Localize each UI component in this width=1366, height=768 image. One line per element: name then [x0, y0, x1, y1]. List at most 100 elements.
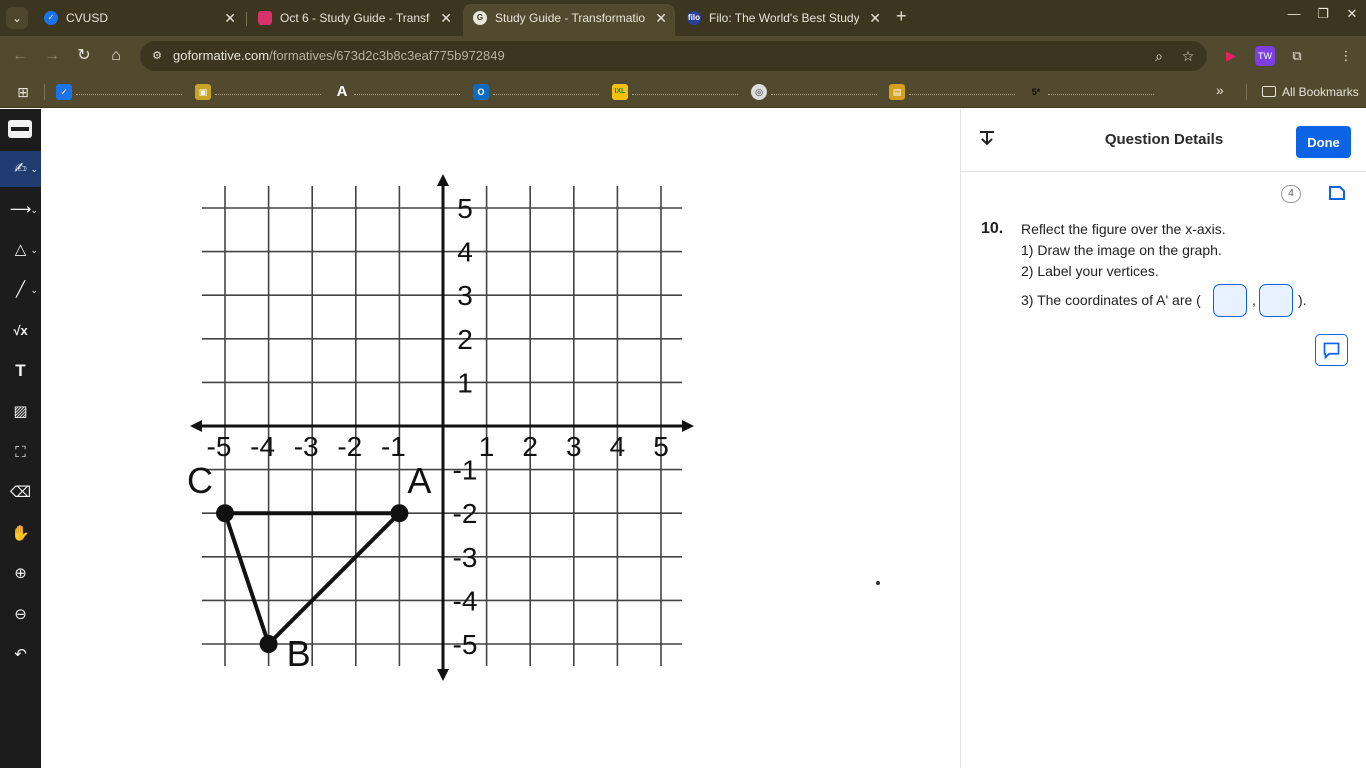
- bookmark-favicon-icon: 5*: [1031, 87, 1041, 97]
- zoom-icon[interactable]: ⌕: [1149, 46, 1169, 66]
- comment-button[interactable]: [1315, 334, 1348, 366]
- all-bookmarks-label: All Bookmarks: [1282, 85, 1359, 99]
- image-icon: ▨: [13, 403, 28, 420]
- bookmark-item[interactable]: 5*: [1028, 84, 1156, 100]
- shapes-tool-button[interactable]: △ ⌄: [0, 232, 41, 268]
- close-tab-icon[interactable]: ✕: [440, 4, 452, 32]
- note-icon[interactable]: [1328, 184, 1346, 202]
- x-tick-label: 4: [610, 431, 626, 462]
- shapes-icon: △: [14, 241, 27, 258]
- x-tick-label: 3: [566, 431, 582, 462]
- bookmark-item[interactable]: O: [473, 84, 601, 100]
- image-tool-button[interactable]: ▨: [0, 394, 41, 430]
- chevron-down-icon: ⌄: [30, 245, 38, 255]
- bookmark-item[interactable]: ✓: [56, 84, 184, 100]
- pen-icon: ✍: [14, 160, 27, 177]
- close-tab-icon[interactable]: ✕: [869, 4, 881, 32]
- new-tab-button[interactable]: +: [896, 6, 907, 27]
- points-badge: 4: [1281, 185, 1301, 203]
- undo-button[interactable]: ↶: [0, 637, 41, 673]
- close-tab-icon[interactable]: ✕: [655, 4, 667, 32]
- drawing-canvas[interactable]: -5 -4 -3 -2 -1 1 2 3 4 5 5 4 3 2 1 -1 -2 -3 -4 -5 A B C: [41, 109, 960, 768]
- bookmark-favicon-icon: A: [336, 83, 348, 100]
- bookmark-item[interactable]: ▤: [889, 84, 1017, 100]
- bookmark-item[interactable]: IXL: [612, 84, 740, 100]
- filo-favicon-icon: filo: [687, 11, 701, 25]
- bookmark-separator: [44, 84, 45, 100]
- x-tick-label: 5: [653, 431, 669, 462]
- reload-icon[interactable]: ↻: [72, 44, 96, 68]
- bookmark-item[interactable]: A: [334, 84, 462, 100]
- zoom-out-button[interactable]: ⊖: [0, 597, 41, 633]
- home-icon[interactable]: ⌂: [104, 44, 128, 68]
- chevron-down-icon: ⌄: [30, 205, 38, 215]
- tab-separator: [246, 12, 247, 26]
- text-tool-button[interactable]: T: [0, 353, 41, 389]
- square-root-icon: √x: [13, 323, 28, 338]
- arrow-line-icon: ⟶: [9, 201, 32, 218]
- back-arrow-icon[interactable]: ←: [8, 44, 32, 68]
- question-details-panel: Question Details Done 4 10. Reflect the …: [960, 109, 1366, 768]
- zoom-in-button[interactable]: ⊕: [0, 556, 41, 592]
- close-window-icon[interactable]: ✕: [1338, 6, 1366, 22]
- question-number: 10.: [981, 220, 1004, 237]
- x-axis-arrow-right: [682, 420, 694, 432]
- fit-screen-button[interactable]: ⛶: [0, 435, 41, 471]
- fullscreen-icon: ⛶: [15, 444, 26, 461]
- extensions-puzzle-icon[interactable]: ⧉: [1287, 46, 1307, 66]
- eraser-tool-button[interactable]: ⌫: [0, 475, 41, 511]
- y-axis-arrow-up: [437, 174, 449, 186]
- math-tool-button[interactable]: √x: [0, 313, 41, 349]
- y-tick-label: 2: [457, 324, 473, 355]
- y-tick-label: 5: [457, 193, 473, 224]
- forward-arrow-icon[interactable]: →: [40, 44, 64, 68]
- bookmark-item[interactable]: ▣: [195, 84, 323, 100]
- panel-header: Question Details Done: [961, 109, 1366, 172]
- minimize-window-icon[interactable]: —: [1280, 6, 1308, 21]
- chevron-down-icon: ⌄: [30, 164, 38, 174]
- tab-cvusd[interactable]: ✓ CVUSD ✕: [34, 4, 244, 36]
- folder-icon: [1262, 86, 1276, 97]
- tab-search-chevron-icon[interactable]: ⌄: [6, 7, 28, 29]
- done-button[interactable]: Done: [1296, 126, 1351, 158]
- vertex-point: [259, 635, 278, 653]
- y-tick-label: 4: [457, 237, 473, 268]
- minus-bar-icon: [8, 120, 32, 138]
- vertex-point: [390, 504, 409, 523]
- pan-tool-button[interactable]: ✋: [0, 516, 41, 552]
- x-tick-label: -2: [337, 431, 362, 462]
- bookmark-item[interactable]: ◎: [751, 84, 879, 100]
- answer-x-input[interactable]: [1213, 284, 1247, 317]
- all-bookmarks-button[interactable]: All Bookmarks: [1262, 83, 1359, 101]
- pen-tool-button[interactable]: ✍ ⌄: [0, 151, 41, 187]
- bookmark-star-icon[interactable]: ☆: [1178, 46, 1198, 66]
- extension-tw-icon[interactable]: TW: [1255, 46, 1275, 66]
- address-bar[interactable]: ⚙ goformative.com/formatives/673d2c3b8c3…: [140, 41, 1207, 71]
- ruler-tool-button[interactable]: ╱ ⌄: [0, 272, 41, 308]
- outlook-favicon-icon: O: [473, 84, 489, 100]
- close-tab-icon[interactable]: ✕: [224, 4, 236, 32]
- address-url[interactable]: goformative.com/formatives/673d2c3b8c3ea…: [173, 41, 505, 71]
- coordinate-grid-image: -5 -4 -3 -2 -1 1 2 3 4 554321-1-2-3-4-5ABC: [186, 174, 697, 684]
- chevron-down-icon: ⌄: [30, 285, 38, 295]
- text-icon: T: [15, 361, 26, 380]
- tab-oct6-study-guide[interactable]: Oct 6 - Study Guide - Transform ✕: [248, 4, 460, 36]
- vertex-label: A: [407, 460, 431, 501]
- y-tick-label: 1: [457, 367, 473, 398]
- more-bookmarks-chevron-icon[interactable]: »: [1216, 82, 1224, 98]
- tab-filo[interactable]: filo Filo: The World's Best Study He ✕: [677, 4, 889, 36]
- question-text: Reflect the figure over the x-axis.: [1021, 221, 1226, 237]
- x-tick-label: -3: [294, 431, 319, 462]
- ruler-icon: ╱: [15, 281, 26, 298]
- collapse-toolbar-button[interactable]: [0, 111, 41, 147]
- answer-y-input[interactable]: [1259, 284, 1293, 317]
- line-tool-button[interactable]: ⟶ ⌄: [0, 192, 41, 228]
- restore-window-icon[interactable]: ❐: [1309, 6, 1337, 22]
- tab-study-guide-transformations[interactable]: G Study Guide - Transformations ✕: [463, 4, 675, 36]
- cvusd-favicon-icon: ✓: [44, 11, 58, 25]
- site-settings-icon[interactable]: ⚙: [148, 47, 166, 65]
- x-tick-label: -4: [250, 431, 275, 462]
- browser-menu-icon[interactable]: ⋮: [1336, 46, 1356, 66]
- extension-video-icon[interactable]: ▶: [1221, 46, 1241, 66]
- apps-grid-icon[interactable]: ⊞: [14, 83, 32, 101]
